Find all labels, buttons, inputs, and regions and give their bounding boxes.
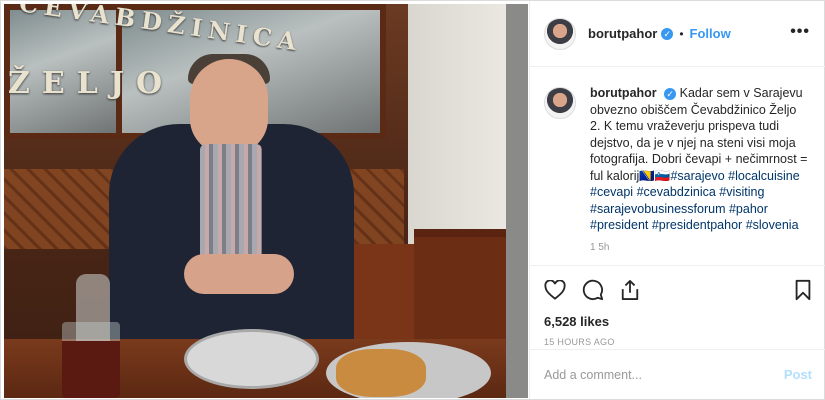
hashtag[interactable]: #pahor [729, 202, 768, 216]
hashtag[interactable]: #president [590, 218, 648, 232]
more-options-icon[interactable]: ••• [790, 23, 810, 41]
comment-icon[interactable] [582, 279, 604, 301]
avatar[interactable] [544, 17, 576, 50]
caption-time-hint: 1 5h [590, 241, 610, 253]
pita-bread [336, 349, 426, 397]
post-header: borutpahor ✓ • Follow ••• [530, 1, 825, 67]
hashtag[interactable]: #slovenia [746, 218, 799, 232]
post-actions: 6,528 likes 15 HOURS AGO [530, 265, 825, 349]
add-comment-bar: Post [530, 349, 825, 399]
separator-dot: • [679, 26, 684, 41]
plaid-scarf [200, 144, 262, 264]
caption: borutpahor ✓ Kadar sem v Sarajevu obvezn… [544, 85, 812, 256]
post-sidebar: borutpahor ✓ • Follow ••• borutpahor ✓ K… [529, 1, 825, 399]
comment-input[interactable] [544, 367, 784, 382]
drink-glass [62, 322, 120, 398]
hashtag[interactable]: #presidentpahor [652, 218, 742, 232]
comments-section[interactable]: borutpahor ✓ Kadar sem v Sarajevu obvezn… [530, 67, 825, 265]
follow-button[interactable]: Follow [690, 26, 731, 41]
hashtag[interactable]: #localcuisine [728, 169, 800, 183]
cevapi-plate [184, 329, 319, 389]
verified-check-icon: ✓ [664, 88, 677, 100]
post-comment-button[interactable]: Post [784, 367, 812, 382]
man-face [190, 59, 268, 154]
caption-username[interactable]: borutpahor [590, 86, 657, 100]
verified-check-icon: ✓ [661, 27, 674, 40]
likes-count[interactable]: 6,528 likes [544, 314, 812, 329]
instagram-post: ĆEVABDŽINICA ŽELJO 2. borutpahor ✓ • Fol… [0, 0, 825, 400]
caption-text: borutpahor ✓ Kadar sem v Sarajevu obvezn… [590, 85, 810, 256]
hashtag[interactable]: #sarajevo [670, 169, 724, 183]
hashtag[interactable]: #sarajevobusinessforum [590, 202, 726, 216]
hashtag[interactable]: #visiting [719, 185, 764, 199]
post-timestamp[interactable]: 15 HOURS AGO [544, 337, 812, 347]
header-username[interactable]: borutpahor [588, 26, 657, 41]
right-edge-pillar [506, 4, 528, 398]
share-icon[interactable] [620, 279, 640, 301]
bookmark-icon[interactable] [794, 279, 812, 301]
heart-icon[interactable] [544, 280, 566, 300]
post-photo[interactable]: ĆEVABDŽINICA ŽELJO 2. [4, 4, 528, 398]
hashtag[interactable]: #cevabdzinica [637, 185, 716, 199]
man-hands [184, 254, 294, 294]
action-icons [544, 276, 812, 304]
caption-avatar[interactable] [544, 87, 576, 119]
hashtag[interactable]: #cevapi [590, 185, 633, 199]
